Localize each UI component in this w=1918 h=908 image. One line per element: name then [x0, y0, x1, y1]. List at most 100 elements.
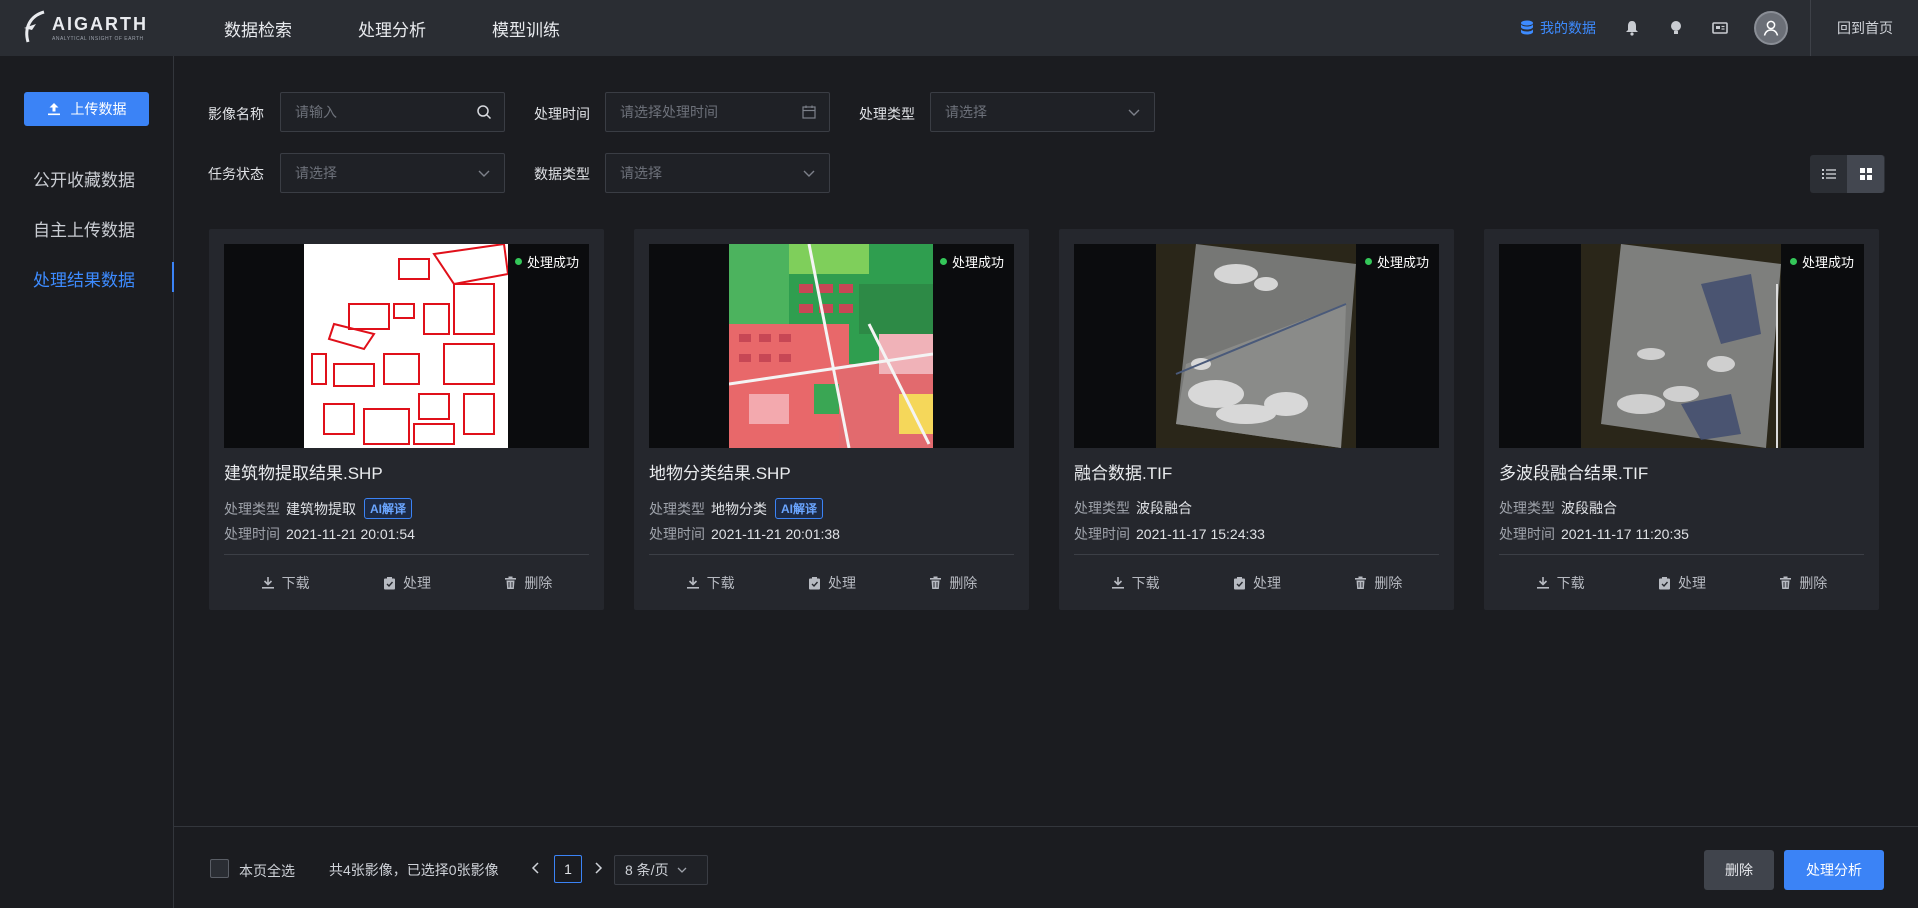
main-nav: 数据检索 处理分析 模型训练: [224, 0, 626, 56]
status-badge: 处理成功: [1789, 252, 1854, 271]
sidebar-item-self-uploaded[interactable]: 自主上传数据: [33, 216, 135, 241]
delete-button[interactable]: 删除: [1779, 573, 1827, 593]
sidebar-item-public-favorites[interactable]: 公开收藏数据: [33, 166, 135, 191]
chevron-down-icon: [478, 170, 490, 177]
nav-process-analysis[interactable]: 处理分析: [358, 16, 426, 41]
image-name-placeholder: 请输入: [295, 104, 337, 120]
delete-button[interactable]: 删除: [504, 573, 552, 593]
card-thumbnail[interactable]: 处理成功: [1499, 244, 1864, 448]
download-icon: [686, 577, 699, 589]
image-name-label: 影像名称: [208, 106, 264, 122]
time-label: 处理时间: [1499, 526, 1555, 542]
process-analysis-button[interactable]: 处理分析: [1784, 850, 1884, 890]
type-label: 处理类型: [649, 500, 705, 517]
status-badge: 处理成功: [514, 252, 579, 271]
status-text: 处理成功: [1801, 255, 1854, 270]
my-data-label: 我的数据: [1540, 20, 1596, 36]
data-type-label: 数据类型: [534, 166, 590, 182]
card-divider: [1074, 554, 1439, 555]
process-type-label: 处理类型: [859, 106, 915, 122]
sidebar: 上传数据 公开收藏数据 自主上传数据 处理结果数据: [0, 56, 174, 908]
result-card[interactable]: 处理成功 多波段融合结果.TIF 处理类型 波段融合 处理时间 2021-11-…: [1484, 229, 1879, 610]
card-process-time: 处理时间 2021-11-17 11:20:35: [1499, 524, 1689, 544]
process-button[interactable]: 处理: [808, 573, 856, 593]
card-actions: 下载 处理 删除: [1499, 573, 1864, 593]
upload-icon: [47, 103, 60, 116]
delete-button[interactable]: 删除: [1354, 573, 1402, 593]
ai-badge: AI解译: [364, 498, 413, 519]
selection-summary: 共4张影像，已选择0张影像: [329, 862, 499, 878]
card-thumbnail[interactable]: 处理成功: [1074, 244, 1439, 448]
process-label: 处理: [1677, 575, 1706, 591]
delete-label: 删除: [1374, 575, 1403, 591]
top-bar: AIGARTH ANALYTICAL INSIGHT OF EARTH 数据检索…: [0, 0, 1918, 56]
status-dot: [1364, 258, 1372, 265]
download-button[interactable]: 下载: [1111, 573, 1160, 593]
card-title[interactable]: 建筑物提取结果.SHP: [224, 459, 383, 484]
process-time-picker[interactable]: 请选择处理时间: [605, 92, 830, 132]
download-button[interactable]: 下载: [261, 573, 310, 593]
type-value: 波段融合: [1136, 500, 1192, 516]
clipboard-icon: [1233, 577, 1245, 590]
news-icon[interactable]: [1710, 18, 1730, 38]
process-button[interactable]: 处理: [1658, 573, 1706, 593]
bell-icon[interactable]: [1622, 18, 1642, 38]
download-label: 下载: [1131, 575, 1160, 591]
clipboard-icon: [383, 577, 395, 590]
user-avatar[interactable]: [1754, 11, 1788, 45]
sidebar-item-results[interactable]: 处理结果数据: [33, 266, 135, 291]
card-title[interactable]: 多波段融合结果.TIF: [1499, 459, 1648, 484]
chevron-right-icon[interactable]: [592, 860, 604, 876]
card-process-type: 处理类型 波段融合: [1499, 498, 1617, 518]
task-status-placeholder: 请选择: [295, 165, 337, 181]
delete-label: 删除: [949, 575, 978, 591]
download-button[interactable]: 下载: [1536, 573, 1585, 593]
delete-button[interactable]: 删除: [929, 573, 977, 593]
list-icon: [1821, 169, 1836, 179]
chevron-left-icon[interactable]: [530, 860, 542, 876]
process-button[interactable]: 处理: [383, 573, 431, 593]
status-dot: [1789, 258, 1797, 265]
process-type-placeholder: 请选择: [945, 104, 987, 120]
data-type-select[interactable]: 请选择: [605, 153, 830, 193]
nav-model-training[interactable]: 模型训练: [492, 16, 560, 41]
download-button[interactable]: 下载: [686, 573, 735, 593]
result-card[interactable]: 处理成功 地物分类结果.SHP 处理类型 地物分类 AI解译 处理时间 2021…: [634, 229, 1029, 610]
result-card[interactable]: 处理成功 融合数据.TIF 处理类型 波段融合 处理时间 2021-11-17 …: [1059, 229, 1454, 610]
logo[interactable]: AIGARTH ANALYTICAL INSIGHT OF EARTH: [22, 8, 146, 48]
home-link[interactable]: 回到首页: [1811, 18, 1918, 38]
search-icon[interactable]: [476, 104, 492, 120]
page-number[interactable]: 1: [554, 855, 582, 883]
card-divider: [649, 554, 1014, 555]
my-data-link[interactable]: 我的数据: [1520, 18, 1596, 38]
task-status-select[interactable]: 请选择: [280, 153, 505, 193]
page-size-select[interactable]: 8 条/页: [614, 855, 708, 885]
grid-view-button[interactable]: [1847, 155, 1884, 193]
view-toggle: [1810, 155, 1885, 193]
image-name-input[interactable]: 请输入: [280, 92, 505, 132]
time-value: 2021-11-21 20:01:54: [286, 526, 415, 542]
process-button[interactable]: 处理: [1233, 573, 1281, 593]
status-text: 处理成功: [526, 255, 579, 270]
status-text: 处理成功: [951, 255, 1004, 270]
delete-label: 删除: [1799, 575, 1828, 591]
select-all-checkbox[interactable]: [210, 859, 229, 878]
process-type-select[interactable]: 请选择: [930, 92, 1155, 132]
batch-delete-button[interactable]: 删除: [1704, 850, 1774, 890]
nav-data-search[interactable]: 数据检索: [224, 16, 292, 41]
card-title[interactable]: 融合数据.TIF: [1074, 459, 1172, 484]
card-title[interactable]: 地物分类结果.SHP: [649, 459, 791, 484]
list-view-button[interactable]: [1810, 155, 1847, 193]
result-card[interactable]: 处理成功 建筑物提取结果.SHP 处理类型 建筑物提取 AI解译 处理时间 20…: [209, 229, 604, 610]
lightbulb-icon[interactable]: [1666, 18, 1686, 38]
select-all-label[interactable]: 本页全选: [239, 861, 295, 881]
type-label: 处理类型: [1499, 500, 1555, 516]
card-thumbnail[interactable]: 处理成功: [649, 244, 1014, 448]
calendar-icon: [802, 105, 816, 119]
data-type-placeholder: 请选择: [620, 165, 662, 181]
building-vector-thumbnail: [304, 244, 508, 448]
card-thumbnail[interactable]: 处理成功: [224, 244, 589, 448]
status-text: 处理成功: [1376, 255, 1429, 270]
upload-data-button[interactable]: 上传数据: [24, 92, 149, 126]
task-status-label: 任务状态: [208, 166, 264, 182]
